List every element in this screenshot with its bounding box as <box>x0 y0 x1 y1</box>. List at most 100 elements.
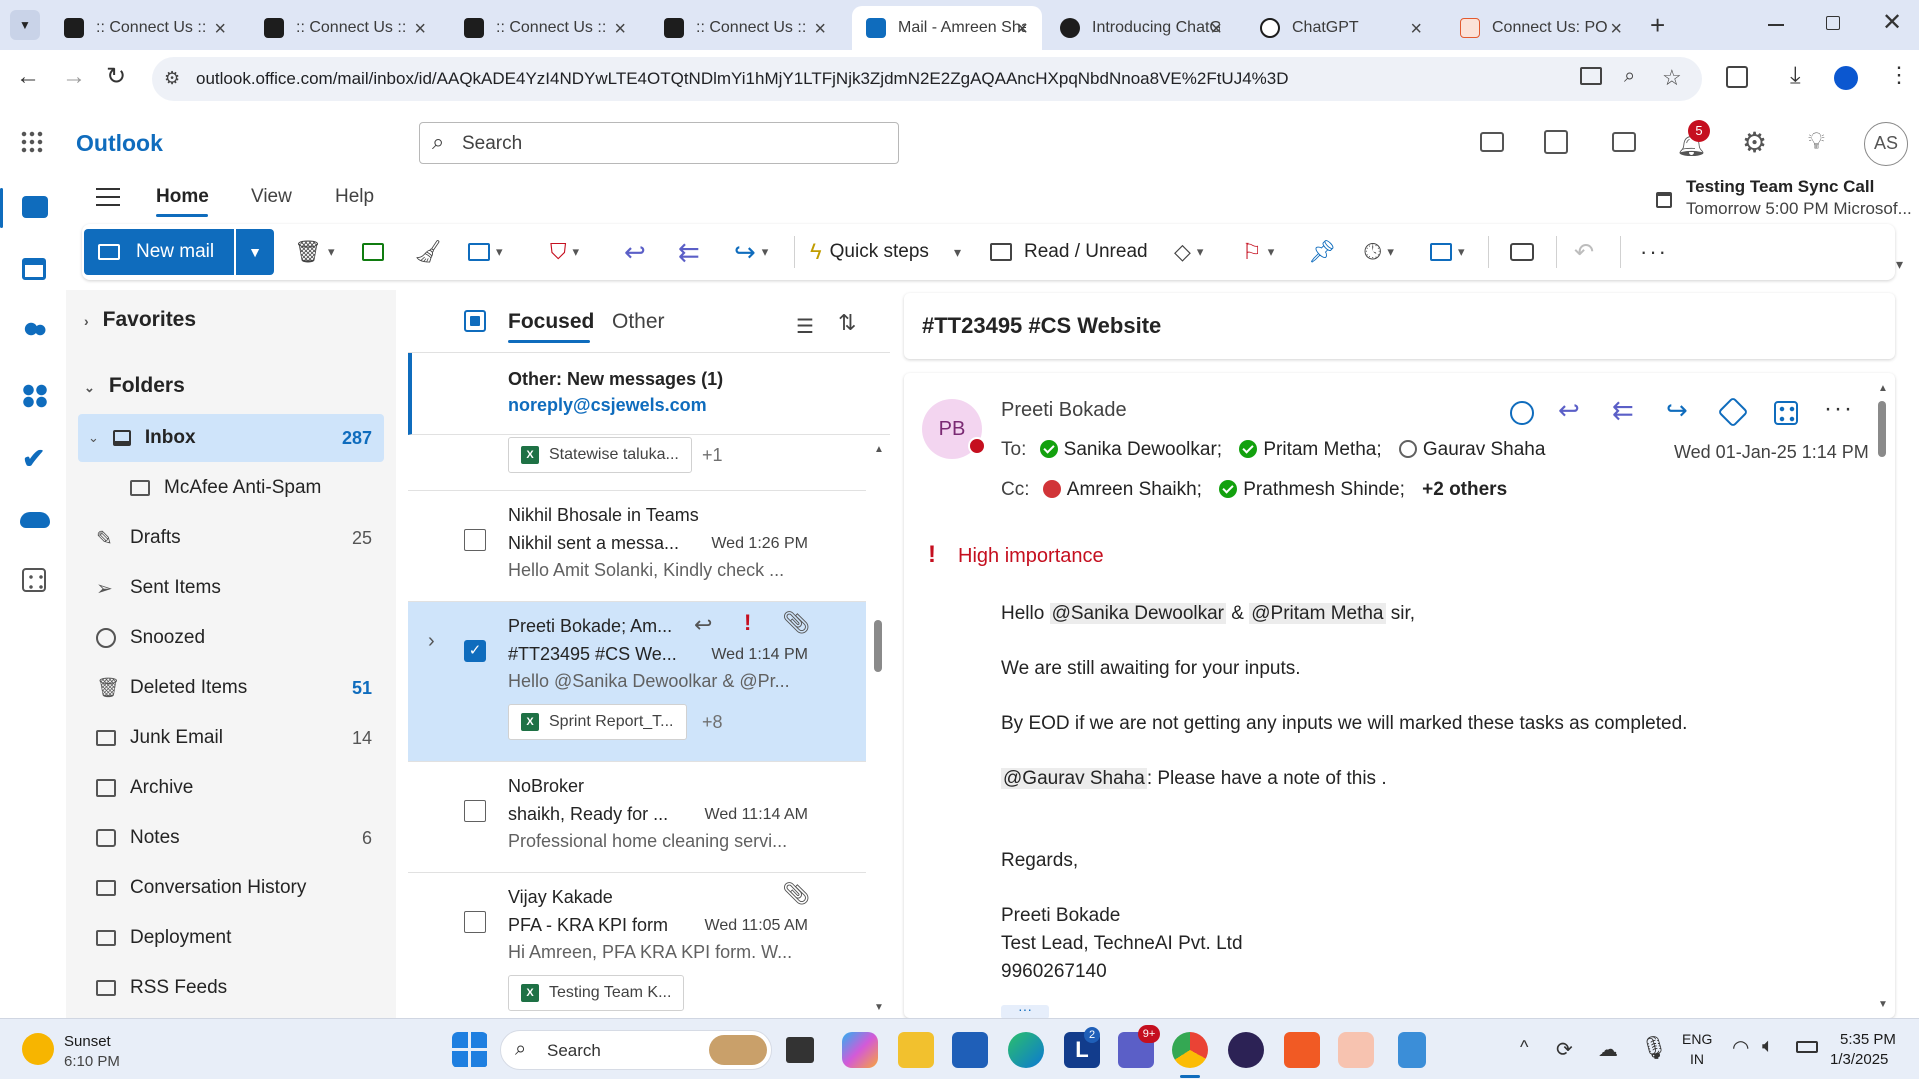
show-more-ellipsis-button[interactable]: ··· <box>1001 1002 1049 1018</box>
other-inbox-banner[interactable]: Other: New messages (1) noreply@csjewels… <box>408 353 890 435</box>
folder-conversation-history[interactable]: Conversation History <box>78 864 384 912</box>
mail-icon[interactable] <box>22 196 48 218</box>
todo-check-icon[interactable]: ✔ <box>22 442 45 475</box>
emoji-reaction-icon[interactable] <box>1510 401 1534 425</box>
select-all-checkbox[interactable] <box>464 310 486 332</box>
recipient[interactable]: Pritam Metha; <box>1263 439 1381 460</box>
more-actions-icon[interactable]: ··· <box>1824 395 1854 423</box>
close-tab-icon[interactable]: × <box>214 18 226 41</box>
show-hidden-icons-chevron[interactable]: ^ <box>1520 1037 1528 1058</box>
clock-date[interactable]: 1/3/2025 <box>1830 1051 1888 1068</box>
reminder-subtitle[interactable]: Tomorrow 5:00 PM Microsof... <box>1686 199 1912 219</box>
reload-icon[interactable]: ↻ <box>106 62 126 91</box>
onedrive-icon[interactable] <box>20 512 50 528</box>
folder-rss[interactable]: RSS Feeds <box>78 964 384 1012</box>
sort-icon[interactable]: ⇅ <box>838 310 856 336</box>
list-item[interactable]: Vijay Kakade 📎︎ PFA - KRA KPI form Wed 1… <box>408 873 866 1018</box>
forward-icon[interactable]: ↪ <box>1666 395 1688 426</box>
recipient[interactable]: Amreen Shaikh; <box>1067 479 1202 500</box>
expand-conversation-icon[interactable]: › <box>428 630 435 653</box>
weather-sun-icon[interactable] <box>22 1033 54 1065</box>
bookmark-star-icon[interactable]: ☆ <box>1662 65 1682 91</box>
more-options-button[interactable]: ··· <box>1640 224 1668 280</box>
folder-mcafee[interactable]: McAfee Anti-Spam <box>78 464 384 512</box>
list-item[interactable]: X Statewise taluka... +1 <box>408 435 866 491</box>
address-bar[interactable]: ⚙ outlook.office.com/mail/inbox/id/AAQkA… <box>152 57 1702 101</box>
more-recipients-link[interactable]: +2 others <box>1422 479 1507 500</box>
reply-button[interactable]: ↩ <box>624 224 646 280</box>
categorize-button[interactable]: ◇ ▾ <box>1174 224 1203 280</box>
message-checkbox[interactable] <box>464 529 486 551</box>
minimize-button[interactable] <box>1768 24 1784 26</box>
folder-archive[interactable]: Archive <box>78 764 384 812</box>
browser-tab[interactable]: Connect Us: PO × <box>1446 6 1636 50</box>
recipient[interactable]: Prathmesh Shinde; <box>1243 479 1405 500</box>
quick-steps-button[interactable]: ϟ Quick steps <box>810 224 929 280</box>
eclipse-icon[interactable] <box>1228 1032 1264 1068</box>
report-button[interactable]: ⛉ ▾ <box>550 224 579 280</box>
ribbon-collapse-chevron[interactable]: ▾ <box>1896 256 1903 273</box>
teams-chat-icon[interactable] <box>1480 132 1504 152</box>
browser-menu-icon[interactable]: ⋮ <box>1888 62 1910 88</box>
groups-icon[interactable] <box>22 384 48 408</box>
tips-lightbulb-icon[interactable]: 💡︎ <box>1808 128 1825 156</box>
chevron-down-icon[interactable]: ⌄ <box>88 430 99 446</box>
folder-snoozed[interactable]: Snoozed <box>78 614 384 662</box>
wifi-icon[interactable]: ◠ <box>1732 1035 1749 1060</box>
tab-search-button[interactable]: ▼ <box>10 10 40 40</box>
forward-button[interactable]: ↪ ▾ <box>734 224 768 280</box>
list-item-selected[interactable]: › ✓ Preeti Bokade; Am... ↩ ! 📎︎ #TT23495… <box>408 602 866 762</box>
folder-sent[interactable]: ➢ Sent Items <box>78 564 384 612</box>
folder-deleted[interactable]: 🗑︎ Deleted Items 51 <box>78 664 384 712</box>
archive-button[interactable] <box>362 224 384 280</box>
quick-steps-dropdown[interactable]: ▾ <box>948 224 961 280</box>
restore-button[interactable] <box>1826 16 1840 30</box>
new-tab-button[interactable]: + <box>1650 10 1665 41</box>
pin-button[interactable]: 📌︎ <box>1308 224 1336 280</box>
app-name[interactable]: Outlook <box>76 130 163 157</box>
favorites-header[interactable]: › Favorites <box>84 308 196 332</box>
more-apps-icon[interactable] <box>22 568 46 592</box>
folder-inbox[interactable]: ⌄ Inbox 287 <box>78 414 384 462</box>
language-IN[interactable]: IN <box>1690 1051 1704 1067</box>
tab-focused[interactable]: Focused <box>508 310 594 334</box>
forward-icon[interactable]: → <box>62 63 86 91</box>
delete-button[interactable]: 🗑︎ ▾ <box>294 224 334 280</box>
back-icon[interactable]: ← <box>16 63 40 91</box>
browser-tab-active[interactable]: Mail - Amreen Sha × <box>852 6 1042 50</box>
menu-tab-view[interactable]: View <box>251 186 292 208</box>
downloads-icon[interactable]: ⤓ <box>1790 62 1801 90</box>
edge-icon[interactable] <box>1008 1032 1044 1068</box>
people-icon[interactable] <box>22 322 48 342</box>
folder-notes[interactable]: Notes 6 <box>78 814 384 862</box>
message-checkbox[interactable] <box>464 800 486 822</box>
ms-store-icon[interactable] <box>952 1032 988 1068</box>
apps-grid-icon[interactable] <box>1774 401 1798 425</box>
rules-button[interactable]: ▾ <box>1430 224 1465 280</box>
mention[interactable]: @Sanika Dewoolkar <box>1049 603 1226 624</box>
microphone-muted-icon[interactable]: 🎙︎ <box>1640 1035 1668 1061</box>
flag-button[interactable]: ⚐ ▾ <box>1242 224 1274 280</box>
tab-other[interactable]: Other <box>612 310 665 334</box>
close-tab-icon[interactable]: × <box>814 18 826 41</box>
recipient[interactable]: Gaurav Shaha <box>1423 439 1546 460</box>
move-to-button[interactable]: ▾ <box>468 224 503 280</box>
app-launcher-icon[interactable] <box>20 130 44 154</box>
search-input[interactable]: ⌕ Search <box>419 122 899 164</box>
list-item[interactable]: NoBroker shaikh, Ready for ... Wed 11:14… <box>408 762 866 873</box>
onedrive-offline-icon[interactable]: ☁ <box>1598 1037 1618 1062</box>
weather-time[interactable]: 6:10 PM <box>64 1053 120 1070</box>
close-tab-icon[interactable]: × <box>614 18 626 41</box>
settings-gear-icon[interactable]: ⚙ <box>1742 126 1767 159</box>
browser-tab[interactable]: :: Connect Us :: × <box>50 6 240 50</box>
scroll-up-arrow[interactable]: ▲ <box>874 444 884 455</box>
reply-all-button[interactable]: ⇇ <box>678 224 700 280</box>
chrome-profile-icon[interactable] <box>1338 1032 1374 1068</box>
filter-icon[interactable]: ☰ <box>796 314 814 339</box>
hamburger-menu-icon[interactable] <box>96 188 120 206</box>
close-tab-icon[interactable]: × <box>414 18 426 41</box>
language-ENG[interactable]: ENG <box>1682 1031 1712 1047</box>
message-checkbox-checked[interactable]: ✓ <box>464 640 486 662</box>
close-tab-icon[interactable]: × <box>1410 18 1422 41</box>
list-item[interactable]: Nikhil Bhosale in Teams Nikhil sent a me… <box>408 491 866 602</box>
